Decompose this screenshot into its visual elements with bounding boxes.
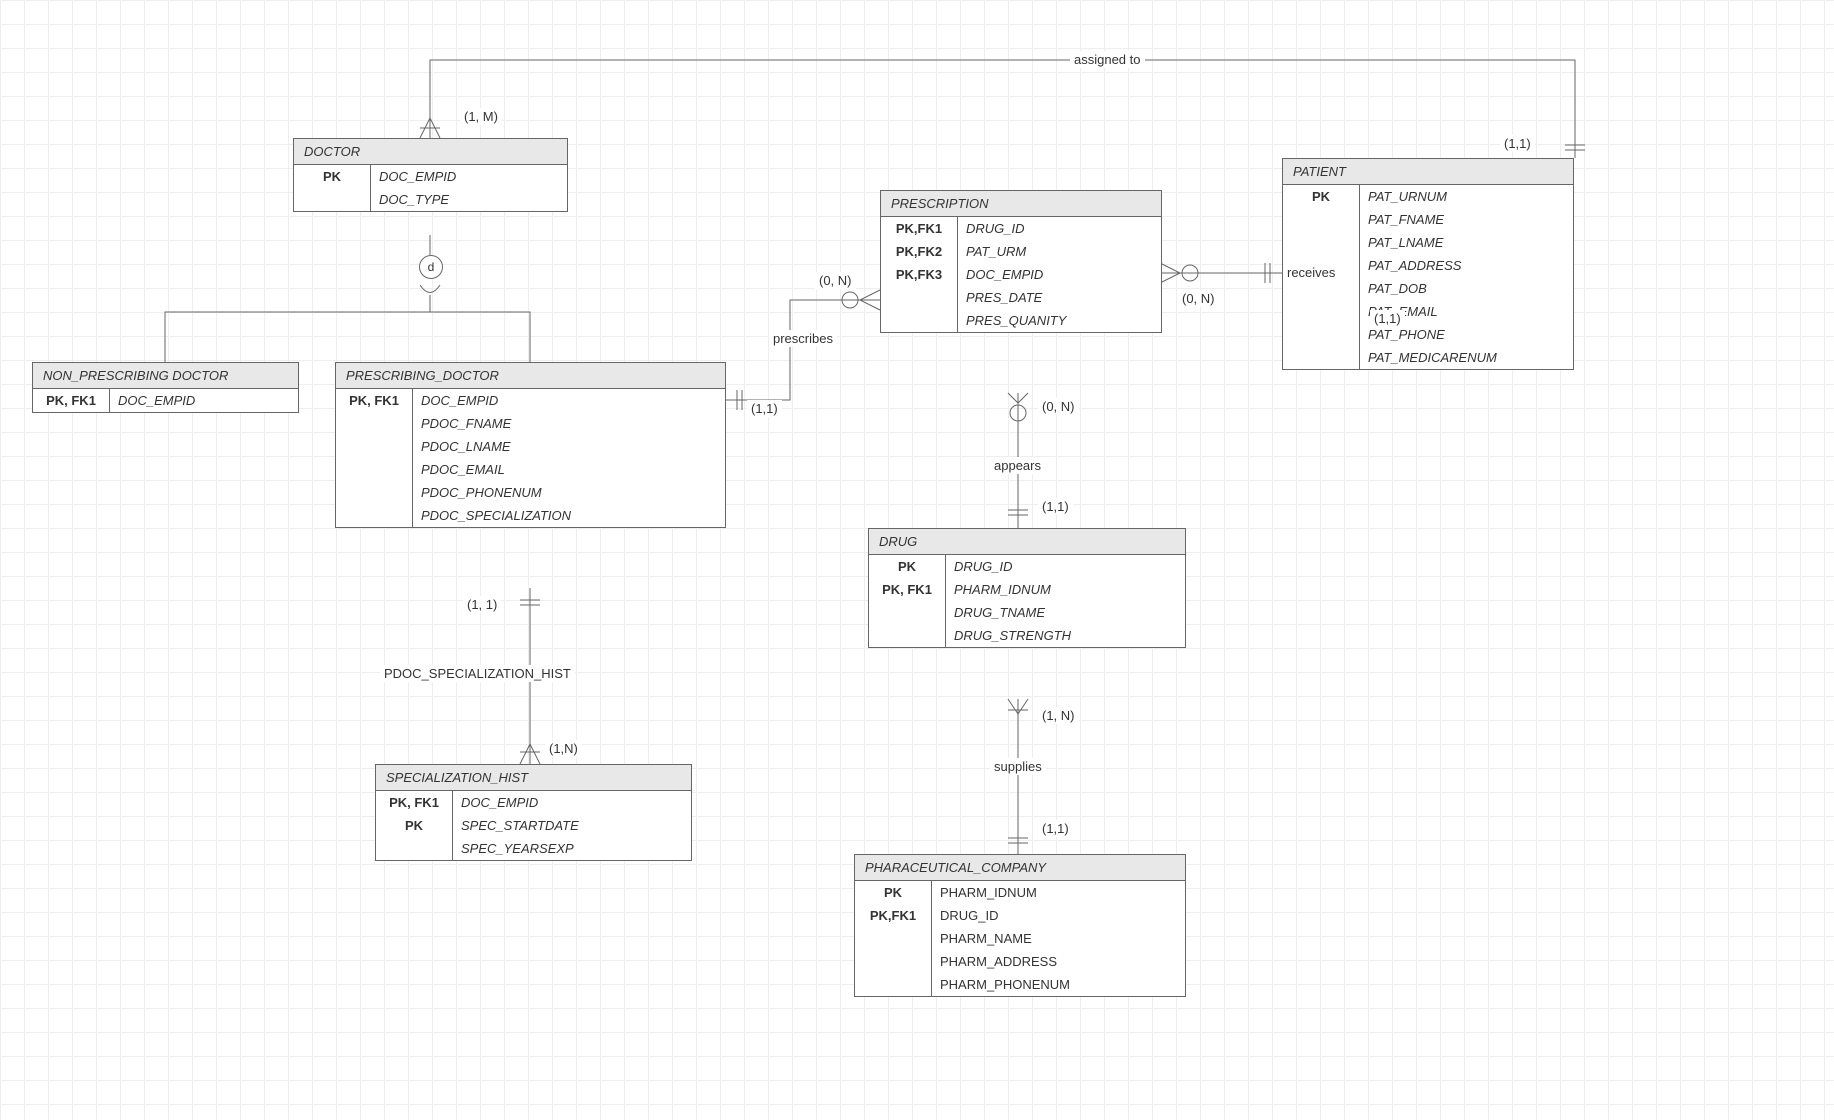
rel-receives-card-left: (0, N) [1178,290,1219,307]
key-cell: PK,FK2 [881,240,958,263]
attr-cell: PHARM_IDNUM [946,578,1186,601]
rel-spechist-card-left: (1, 1) [463,596,501,613]
entity-doctor: DOCTOR PKDOC_EMPIDDOC_TYPE [293,138,568,212]
rel-receives-label: receives [1283,264,1339,281]
key-cell [1283,208,1360,231]
rel-appears-label: appears [990,457,1045,474]
key-cell [881,286,958,309]
attr-cell: PDOC_PHONENUM [413,481,726,504]
rel-prescribes-card-left: (1,1) [747,400,782,417]
key-cell [336,504,413,527]
attr-cell: PAT_ADDRESS [1360,254,1574,277]
rel-supplies-card-top: (1, N) [1038,707,1079,724]
attr-cell: PAT_LNAME [1360,231,1574,254]
entity-non-prescribing-title: NON_PRESCRIBING DOCTOR [33,363,298,389]
key-cell: PK,FK1 [855,904,932,927]
entity-pharma-title: PHARACEUTICAL_COMPANY [855,855,1185,881]
rel-assigned-card-left: (1, M) [460,108,502,125]
attr-cell: DOC_EMPID [453,791,692,814]
entity-drug: DRUG PKDRUG_IDPK, FK1PHARM_IDNUMDRUG_TNA… [868,528,1186,648]
key-cell [336,458,413,481]
key-cell: PK [294,165,371,188]
rel-spechist-card-right: (1,N) [545,740,582,757]
attr-cell: SPEC_YEARSEXP [453,837,692,860]
rel-prescribes-card-right: (0, N) [815,272,856,289]
key-cell: PK, FK1 [336,389,413,412]
key-cell [336,481,413,504]
entity-prescribing: PRESCRIBING_DOCTOR PK, FK1DOC_EMPIDPDOC_… [335,362,726,528]
attr-cell: PHARM_PHONENUM [932,973,1186,996]
key-cell [855,973,932,996]
entity-patient-title: PATIENT [1283,159,1573,185]
rel-assigned-card-right: (1,1) [1500,135,1535,152]
key-cell [336,435,413,458]
attr-cell: PDOC_EMAIL [413,458,726,481]
attr-cell: PAT_DOB [1360,277,1574,300]
attr-cell: PHARM_NAME [932,927,1186,950]
entity-prescription: PRESCRIPTION PK,FK1DRUG_IDPK,FK2PAT_URMP… [880,190,1162,333]
attr-cell: PRES_DATE [958,286,1162,309]
key-cell: PK [1283,185,1360,208]
entity-spec-hist: SPECIALIZATION_HIST PK, FK1DOC_EMPIDPKSP… [375,764,692,861]
attr-cell: SPEC_STARTDATE [453,814,692,837]
entity-drug-title: DRUG [869,529,1185,555]
key-cell: PK, FK1 [869,578,946,601]
disjoint-indicator: d [419,255,443,279]
attr-cell: DRUG_ID [946,555,1186,578]
attr-cell: DOC_EMPID [958,263,1162,286]
key-cell [869,624,946,647]
key-cell: PK,FK3 [881,263,958,286]
attr-cell: PAT_URM [958,240,1162,263]
key-cell: PK, FK1 [376,791,453,814]
attr-cell: PAT_MEDICARENUM [1360,346,1574,369]
attr-cell: DOC_EMPID [110,389,299,412]
rel-supplies-card-bottom: (1,1) [1038,820,1073,837]
rel-assigned-label: assigned to [1070,51,1145,68]
key-cell [881,309,958,332]
attr-cell: DOC_EMPID [371,165,568,188]
key-cell [855,950,932,973]
rel-supplies-label: supplies [990,758,1046,775]
key-cell [376,837,453,860]
entity-prescribing-title: PRESCRIBING_DOCTOR [336,363,725,389]
key-cell: PK [376,814,453,837]
rel-appears-card-bottom: (1,1) [1038,498,1073,515]
attr-cell: PDOC_FNAME [413,412,726,435]
key-cell [1283,231,1360,254]
entity-non-prescribing: NON_PRESCRIBING DOCTOR PK, FK1DOC_EMPID [32,362,299,413]
rel-spechist-label: PDOC_SPECIALIZATION_HIST [380,665,575,682]
attr-cell: PAT_URNUM [1360,185,1574,208]
key-cell [1283,300,1360,323]
attr-cell: PDOC_SPECIALIZATION [413,504,726,527]
attr-cell: DOC_EMPID [413,389,726,412]
rel-prescribes-label: prescribes [769,330,837,347]
key-cell: PK [855,881,932,904]
key-cell [1283,323,1360,346]
entity-prescription-title: PRESCRIPTION [881,191,1161,217]
attr-cell: DOC_TYPE [371,188,568,211]
entity-spec-hist-title: SPECIALIZATION_HIST [376,765,691,791]
key-cell [1283,346,1360,369]
attr-cell: PAT_FNAME [1360,208,1574,231]
attr-cell: PRES_QUANITY [958,309,1162,332]
key-cell [855,927,932,950]
key-cell [869,601,946,624]
key-cell [336,412,413,435]
attr-cell: DRUG_ID [932,904,1186,927]
key-cell: PK [869,555,946,578]
attr-cell: PHARM_ADDRESS [932,950,1186,973]
entity-pharma: PHARACEUTICAL_COMPANY PKPHARM_IDNUMPK,FK… [854,854,1186,997]
key-cell: PK,FK1 [881,217,958,240]
attr-cell: DRUG_STRENGTH [946,624,1186,647]
attr-cell: DRUG_TNAME [946,601,1186,624]
entity-doctor-title: DOCTOR [294,139,567,165]
attr-cell: PHARM_IDNUM [932,881,1186,904]
rel-receives-card-right: (1,1) [1370,310,1405,327]
attr-cell: DRUG_ID [958,217,1162,240]
rel-appears-card-right: (0, N) [1038,398,1079,415]
key-cell [294,188,371,211]
attr-cell: PDOC_LNAME [413,435,726,458]
key-cell: PK, FK1 [33,389,110,412]
